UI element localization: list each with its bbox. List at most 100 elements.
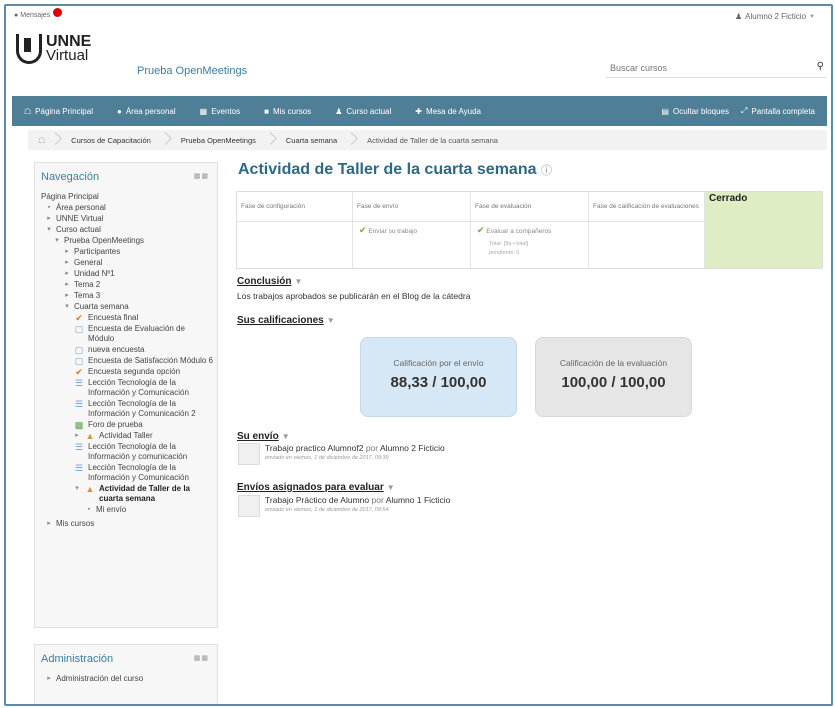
tree-item[interactable]: ☰ Lección Tecnología de la Información y … [41, 399, 213, 419]
lesson-icon: ☰ [74, 463, 84, 473]
tree-item[interactable]: ▸ Tema 3 [41, 291, 213, 301]
lesson-icon: ☰ [74, 378, 84, 388]
block-tools-icon[interactable]: ▦▦ [194, 654, 209, 662]
tree-item[interactable]: ☰ Lección Tecnología de la Información y … [41, 463, 213, 483]
survey-icon: ▢ [74, 345, 84, 355]
submission-date: enviado en viernes, 1 de diciembre de 20… [265, 507, 389, 513]
help-icon[interactable]: ⓘ [541, 165, 552, 177]
phase-task[interactable]: ✔ Enviar su trabajo [353, 222, 470, 240]
chat-icon: ● [14, 12, 19, 19]
search-input[interactable] [606, 60, 796, 76]
hide-blocks-button[interactable]: ▤ Ocultar bloques [649, 106, 741, 116]
tree-item[interactable]: ▸ Unidad Nº1 [41, 269, 213, 279]
tree-item[interactable]: ▪ Área personal [41, 203, 213, 213]
tree-label: Administración del curso [56, 674, 144, 683]
submission-heading[interactable]: Su envío ▼ [237, 431, 290, 442]
triangle-down-icon: ▾ [47, 226, 51, 233]
user-name: Alumno 2 Ficticio [745, 12, 807, 21]
phase-closed: Cerrado [705, 192, 822, 268]
user-menu[interactable]: ♟ Alumno 2 Ficticio ▼ [735, 12, 815, 21]
page-title-text: Actividad de Taller de la cuarta semana [238, 161, 537, 178]
breadcrumb-item[interactable]: Cuarta semana [276, 136, 347, 145]
conclusion-heading[interactable]: Conclusión ▼ [237, 276, 302, 287]
tree-item[interactable]: ▸ Administración del curso [41, 674, 213, 684]
nav-label: Mesa de Ayuda [425, 106, 481, 116]
triangle-right-icon: ▸ [65, 281, 69, 288]
calendar-icon: ▦ [199, 106, 208, 116]
tree-item[interactable]: ☰ Lección Tecnología de la Información y … [41, 378, 213, 398]
nav-item-events[interactable]: ▦ Eventos [188, 107, 252, 116]
grade-value: 100,00 / 100,00 [561, 374, 666, 391]
users-icon: ♟ [335, 106, 343, 116]
nav-item-my-courses[interactable]: ■ Mis cursos [252, 107, 323, 116]
phase-task[interactable]: ✔ Evaluar a compañeros [471, 222, 588, 240]
browser-frame: ● Mensajes ♟ Alumno 2 Ficticio ▼ UNNE Vi… [4, 4, 833, 706]
phase-name: Cerrado [709, 193, 748, 204]
submission-title-link[interactable]: Trabajo practico Alumnof2 [265, 443, 363, 453]
nav-item-dashboard[interactable]: ● Área personal [105, 107, 188, 116]
tree-item[interactable]: ✔ Encuesta segunda opción [41, 367, 213, 377]
nav-label: Ocultar bloques [672, 106, 729, 116]
tree-item[interactable]: ▢ Encuesta de Satisfacción Módulo 6 [41, 356, 213, 366]
triangle-right-icon: ▸ [65, 248, 69, 255]
block-title: Administración [41, 653, 114, 665]
search-icon[interactable]: ⚲ [817, 61, 824, 72]
tree-item[interactable]: ▪ Mi envío [41, 505, 213, 515]
tree-item-current[interactable]: ▾ ▲ Actividad de Taller de la cuarta seman… [41, 484, 213, 504]
phase-detail: Total: [8a • total] [489, 241, 529, 247]
tree-item[interactable]: ☰ Lección Tecnología de la Información y … [41, 442, 213, 462]
chevron-down-icon: ▼ [281, 432, 290, 441]
phase-grading: Fase de calificación de evaluaciones [589, 192, 705, 268]
phase-name: Fase de envío [353, 192, 470, 222]
tree-item[interactable]: ▸ UNNE Virtual [41, 214, 213, 224]
grades-heading[interactable]: Sus calificaciones ▼ [237, 315, 335, 326]
tree-item[interactable]: ▩ Foro de prueba [41, 420, 213, 430]
nav-item-home[interactable]: ☖ Página Principal [12, 107, 105, 116]
tree-label: Lección Tecnología de la Información y c… [88, 442, 188, 461]
breadcrumb-item[interactable]: Prueba OpenMeetings [171, 136, 266, 145]
tree-item[interactable]: ▾ Prueba OpenMeetings [41, 236, 213, 246]
tree-item[interactable]: ▸ Tema 2 [41, 280, 213, 290]
tree-item[interactable]: ▸ ▲ Actividad Taller [41, 431, 213, 441]
tree-item[interactable]: Página Principal [41, 192, 213, 202]
tree-label: Participantes [74, 247, 121, 256]
site-logo[interactable]: UNNE Virtual [16, 34, 91, 64]
administration-block-header: Administración ▦▦ [35, 645, 217, 673]
tree-item[interactable]: ▸ Participantes [41, 247, 213, 257]
block-tools-icon[interactable]: ▦▦ [194, 172, 209, 180]
tree-label: nueva encuesta [88, 345, 145, 354]
lesson-icon: ☰ [74, 399, 84, 409]
survey-icon: ▢ [74, 324, 84, 334]
assigned-submission: Trabajo Práctico de Alumno por Alumno 1 … [238, 495, 450, 517]
nav-item-help-desk[interactable]: ✚ Mesa de Ayuda [403, 107, 493, 116]
breadcrumb-item[interactable]: Cursos de Capacitación [61, 136, 161, 145]
dashboard-icon: ● [116, 106, 122, 116]
section-title: Su envío [237, 431, 279, 442]
assigned-heading[interactable]: Envíos asignados para evaluar ▼ [237, 482, 395, 493]
author-link[interactable]: Alumno 2 Ficticio [380, 443, 445, 453]
tree-item[interactable]: ▾ Cuarta semana [41, 302, 213, 312]
tree-item[interactable]: ▢ Encuesta de Evaluación de Módulo [41, 324, 213, 344]
main-navbar: ☖ Página Principal ● Área personal ▦ Evento… [12, 96, 827, 126]
triangle-down-icon: ▾ [65, 303, 69, 310]
tree-item[interactable]: ▾ Curso actual [41, 225, 213, 235]
site-name-link[interactable]: Prueba OpenMeetings [137, 65, 247, 77]
messages-link[interactable]: ● Mensajes [14, 8, 63, 19]
tree-label: General [74, 258, 103, 267]
tree-item[interactable]: ▸ General [41, 258, 213, 268]
submission-title-link[interactable]: Trabajo Práctico de Alumno [265, 495, 369, 505]
triangle-right-icon: ▸ [65, 270, 69, 277]
tree-item[interactable]: ▸ Mis cursos [41, 519, 213, 529]
tree-label: Mis cursos [56, 519, 95, 528]
nav-item-current-course[interactable]: ♟ Curso actual [323, 107, 403, 116]
breadcrumb-home-icon[interactable]: ☖ [28, 136, 51, 145]
author-link[interactable]: Alumno 1 Ficticio [386, 495, 451, 505]
home-icon: ☖ [24, 106, 32, 116]
tree-item[interactable]: ✔ Encuesta final [41, 313, 213, 323]
fullscreen-button[interactable]: ⤢ Pantalla completa [741, 106, 827, 116]
breadcrumb-separator [51, 130, 61, 150]
tree-item[interactable]: ▢ nueva encuesta [41, 345, 213, 355]
nav-label: Eventos [211, 106, 241, 116]
breadcrumb-separator [266, 130, 276, 150]
triangle-right-icon: ▸ [47, 675, 51, 682]
